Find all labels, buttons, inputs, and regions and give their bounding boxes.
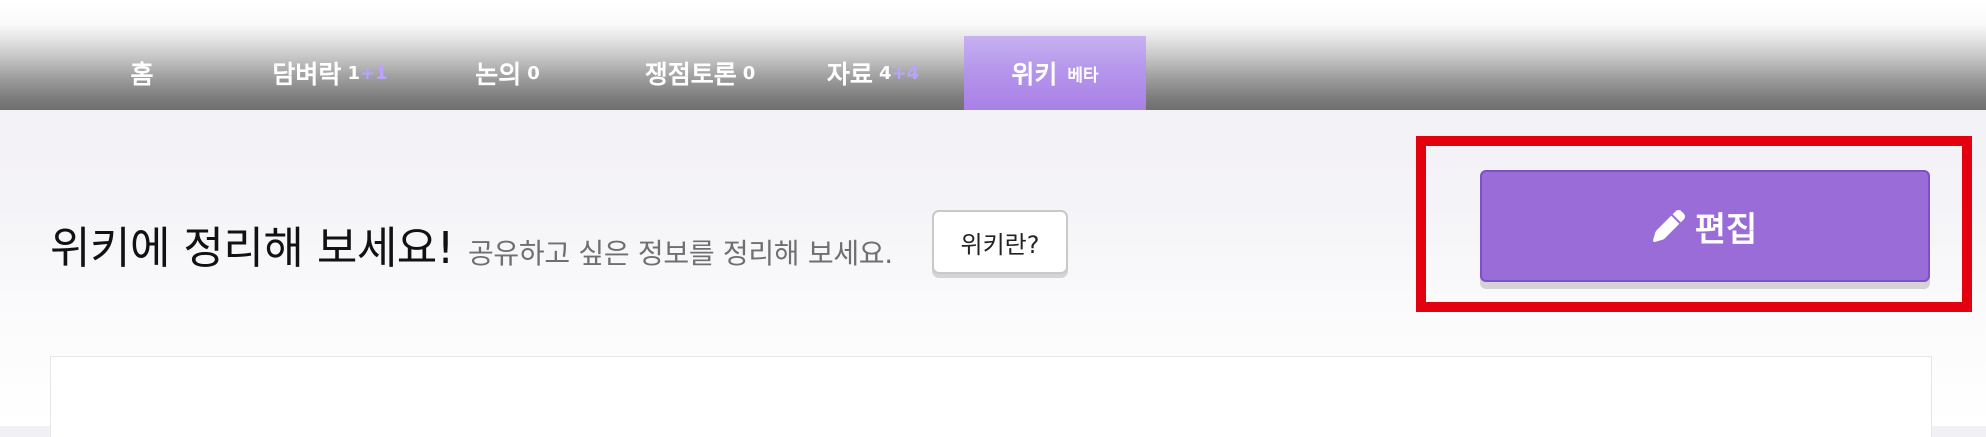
tab-banter-count: 1 [347, 62, 360, 84]
tab-data-label: 자료 [826, 60, 873, 89]
tab-discussion-count: 0 [527, 62, 540, 84]
tab-banter[interactable]: 담벼락 1 +1 [240, 36, 420, 110]
tab-home-label: 홈 [130, 60, 154, 89]
tab-wiki-beta-badge: 베타 [1067, 65, 1099, 86]
pencil-icon [1652, 210, 1685, 242]
page-title: 위키에 정리해 보세요! [50, 223, 454, 274]
wiki-content-card [50, 356, 1932, 437]
tab-data[interactable]: 자료 4 +4 [806, 36, 940, 110]
tab-banter-label: 담벼락 [272, 60, 342, 89]
tab-data-new-count: +4 [891, 62, 920, 84]
tab-debate[interactable]: 쟁점토론 0 [600, 36, 800, 110]
tab-wiki-label: 위키 [1011, 60, 1058, 89]
tab-wiki[interactable]: 위키 베타 [964, 36, 1146, 110]
page-subtitle: 공유하고 싶은 정보를 정리해 보세요. [467, 237, 893, 270]
tab-home[interactable]: 홈 [80, 36, 204, 110]
tab-debate-count: 0 [742, 62, 756, 84]
tab-debate-label: 쟁점토론 [644, 60, 737, 89]
top-navigation: 홈 담벼락 1 +1 논의 0 쟁점토론 0 자료 4 +4 위키 베타 [0, 0, 1986, 110]
tab-discussion[interactable]: 논의 0 [440, 36, 575, 110]
tab-banter-new-count: +1 [359, 62, 388, 84]
edit-button[interactable]: 편집 [1480, 170, 1930, 282]
edit-button-label: 편집 [1694, 209, 1758, 250]
wiki-headline: 위키에 정리해 보세요! 공유하고 싶은 정보를 정리해 보세요. [50, 212, 893, 274]
tab-discussion-label: 논의 [475, 60, 522, 89]
tab-data-count: 4 [878, 62, 892, 84]
what-is-wiki-button[interactable]: 위키란? [932, 210, 1068, 274]
